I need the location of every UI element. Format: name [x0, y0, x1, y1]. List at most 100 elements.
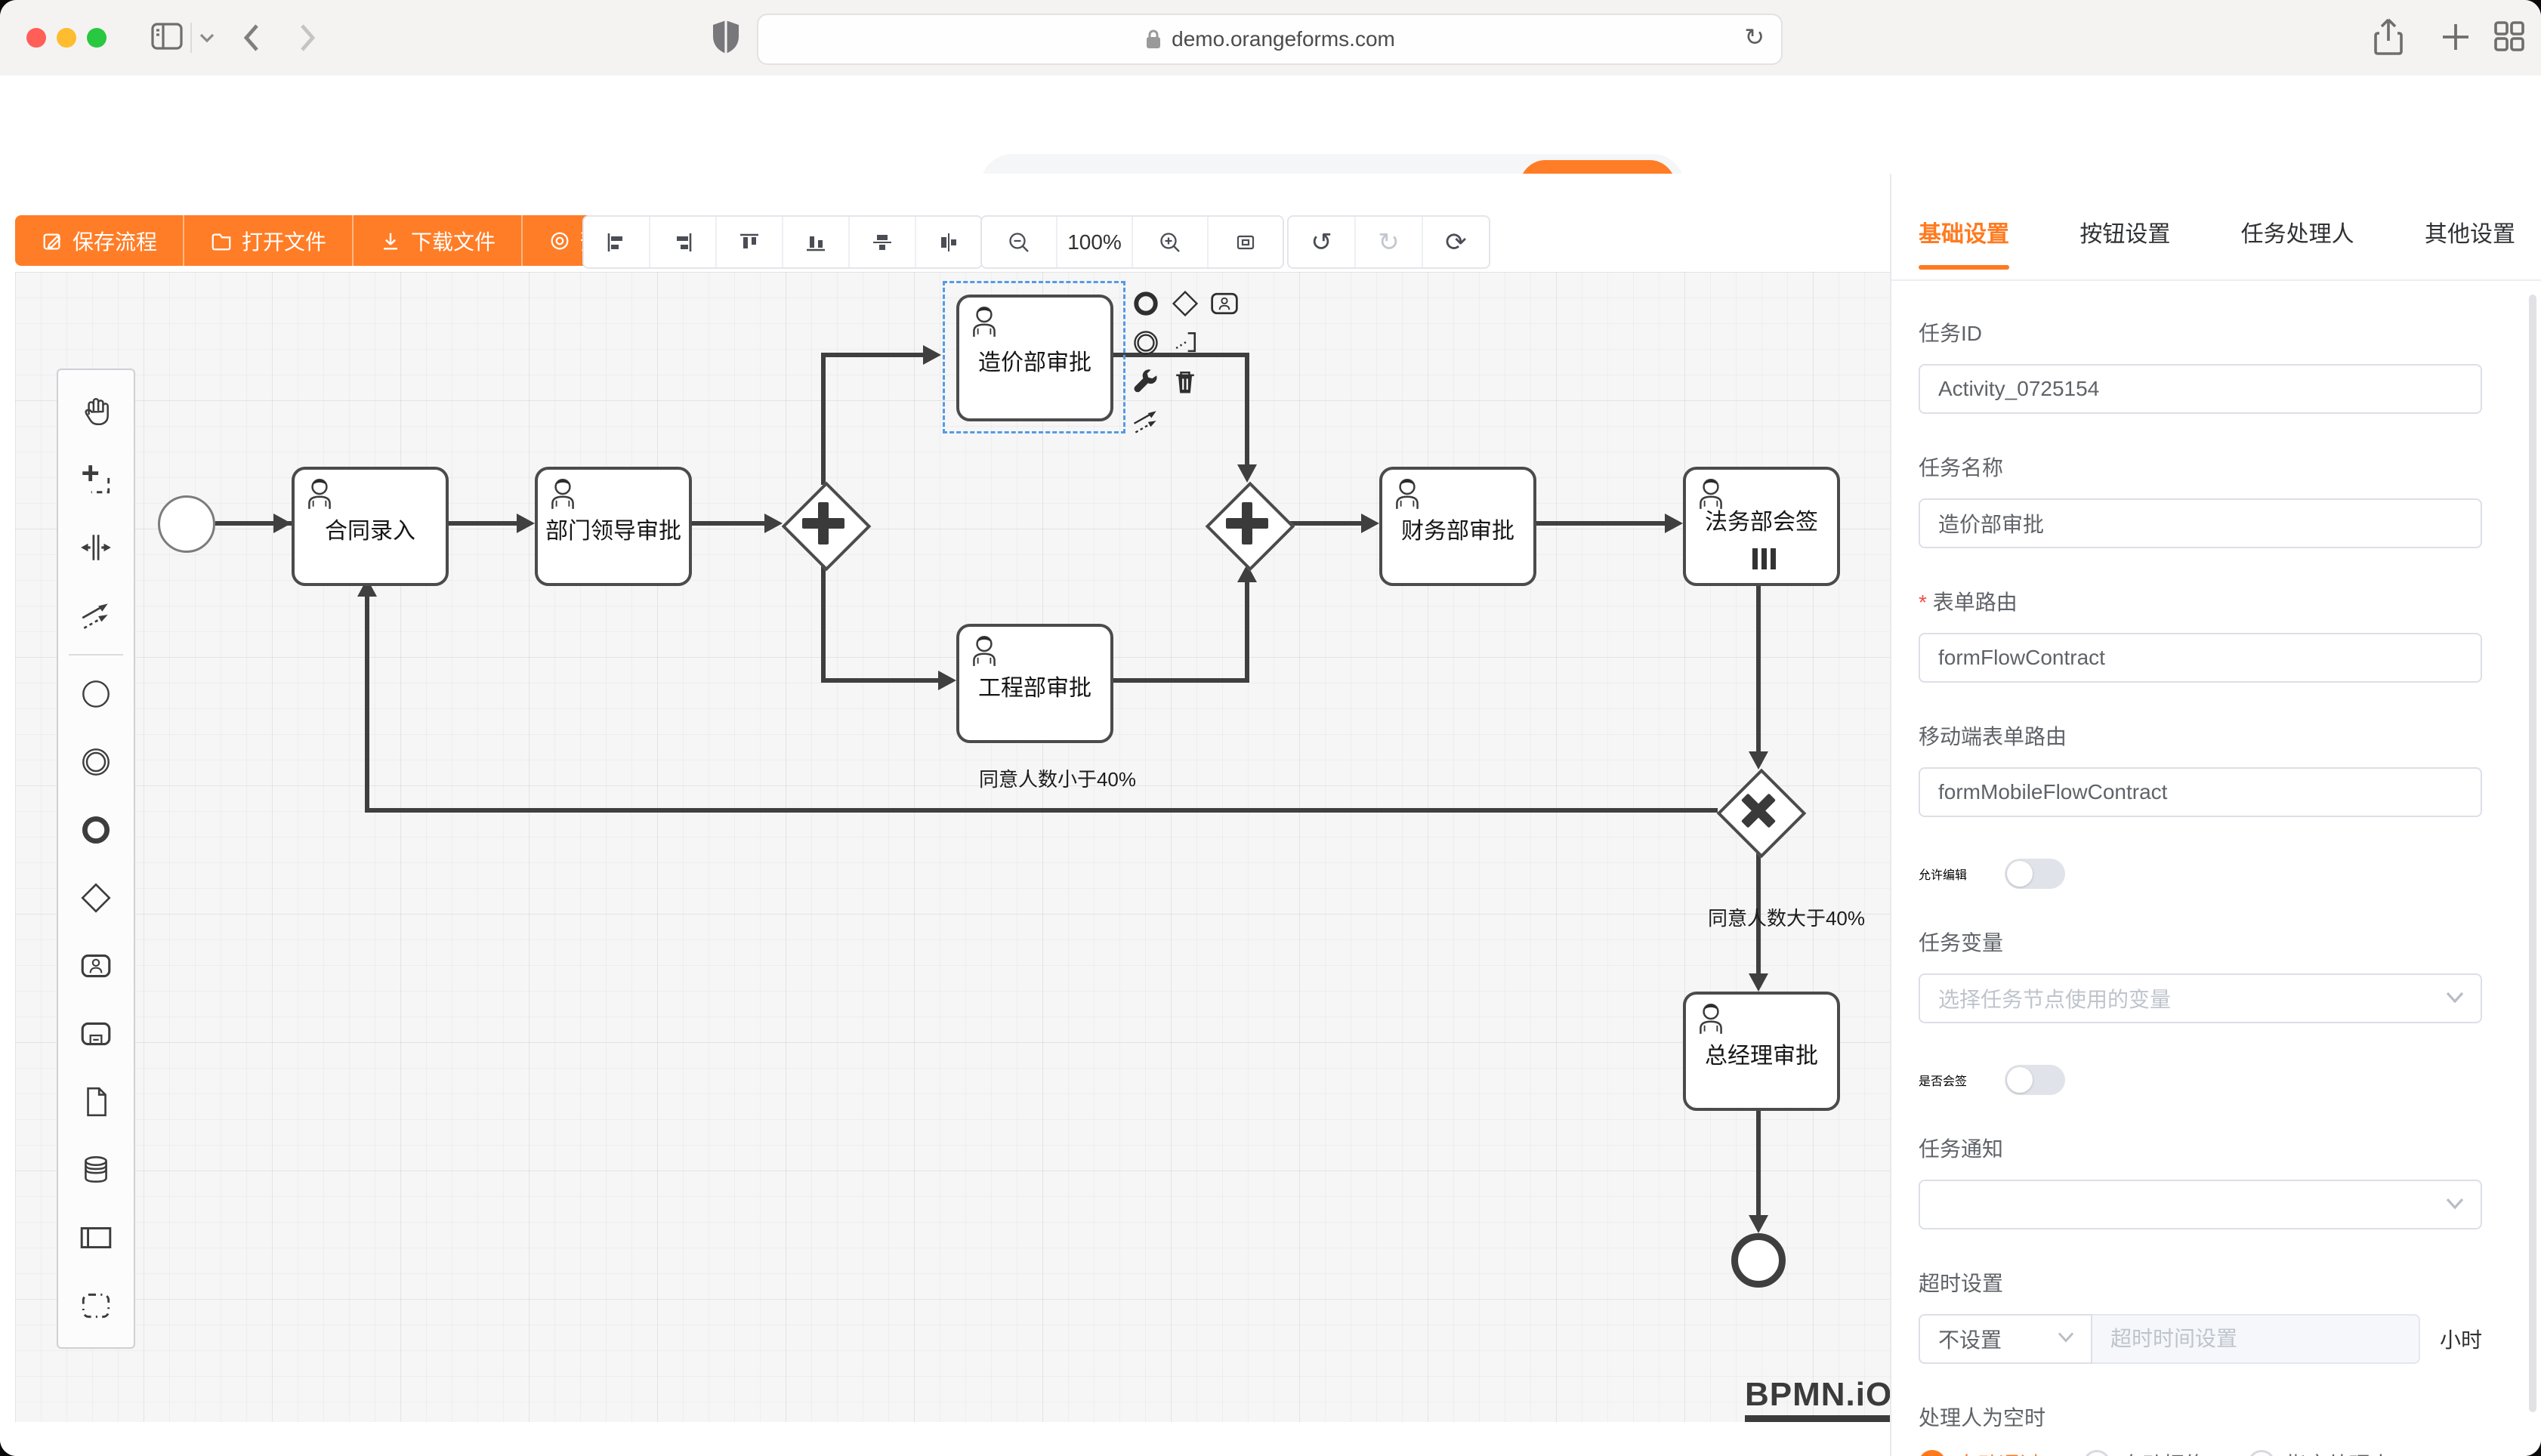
flow-xgateway-loopback-v[interactable] — [365, 597, 369, 813]
minimize-window-button[interactable] — [57, 28, 76, 48]
bpmn-io-watermark[interactable]: BPMN.iO — [1745, 1376, 1890, 1422]
intermediate-event-tool[interactable] — [60, 728, 132, 796]
group-tool[interactable] — [60, 1272, 132, 1340]
bpmn-canvas[interactable]: 同意人数小于40% 同意人数大于40% — [15, 272, 1890, 1422]
edge-label-lt40[interactable]: 同意人数小于40% — [952, 764, 1163, 792]
end-event[interactable] — [1731, 1233, 1786, 1288]
task-finance-approval[interactable]: 财务部审批 — [1379, 467, 1536, 586]
flow-leader-to-gateway1[interactable] — [686, 521, 764, 526]
align-center-horizontal-button[interactable] — [850, 217, 916, 267]
tab-other-settings[interactable]: 其他设置 — [2425, 215, 2515, 270]
task-legal-countersign[interactable]: 法务部会签 — [1683, 467, 1840, 586]
task-notify-select[interactable] — [1919, 1180, 2482, 1229]
tab-task-assignee[interactable]: 任务处理人 — [2241, 215, 2354, 270]
user-task-tool[interactable] — [60, 932, 132, 1000]
wrench-icon[interactable] — [1129, 366, 1162, 399]
end-event-tool[interactable] — [60, 796, 132, 864]
zoom-fit-button[interactable] — [1209, 217, 1283, 267]
data-store-tool[interactable] — [60, 1136, 132, 1204]
flow-cost-to-gateway2-v[interactable] — [1245, 353, 1249, 464]
lasso-tool[interactable] — [60, 446, 132, 514]
flow-xgateway-loopback-h[interactable] — [367, 808, 1718, 813]
space-tool[interactable] — [60, 514, 132, 581]
radio-specify-assignee[interactable]: 指定处理人 — [2248, 1448, 2391, 1456]
zoom-out-button[interactable] — [982, 217, 1057, 267]
tab-button-settings[interactable]: 按钮设置 — [2079, 215, 2170, 270]
align-top-button[interactable] — [717, 217, 783, 267]
append-end-event-icon[interactable] — [1129, 287, 1162, 320]
gateway-tool[interactable] — [60, 864, 132, 932]
flow-gateway1-to-cost-h[interactable] — [821, 353, 923, 357]
append-gateway-icon[interactable] — [1169, 287, 1202, 320]
task-notify-label: 任务通知 — [1919, 1133, 2482, 1163]
chevron-down-icon[interactable] — [198, 30, 216, 44]
task-general-manager-approval[interactable]: 总经理审批 — [1683, 992, 1840, 1111]
align-right-button[interactable] — [650, 217, 717, 267]
start-event-tool[interactable] — [60, 660, 132, 728]
panel-scrollbar[interactable] — [2529, 295, 2536, 1412]
tab-overview-icon[interactable] — [2493, 20, 2526, 53]
flow-gm-to-end[interactable] — [1756, 1105, 1761, 1215]
start-event[interactable] — [158, 495, 215, 553]
reload-icon[interactable]: ↻ — [1744, 23, 1764, 51]
task-name-input[interactable] — [1919, 498, 2482, 548]
flow-finance-to-legal[interactable] — [1530, 521, 1665, 526]
redo-button[interactable]: ↻ — [1356, 217, 1423, 267]
append-annotation-icon[interactable] — [1169, 326, 1202, 359]
tab-basic-settings[interactable]: 基础设置 — [1919, 215, 2009, 270]
zoom-level-display[interactable]: 100% — [1057, 217, 1133, 267]
data-object-tool[interactable] — [60, 1068, 132, 1136]
back-button[interactable] — [240, 20, 263, 56]
zoom-window-button[interactable] — [87, 28, 107, 48]
task-id-label: 任务ID — [1919, 317, 2482, 347]
forward-button[interactable] — [296, 20, 319, 56]
sidebar-icon[interactable] — [150, 20, 184, 53]
task-id-input[interactable] — [1919, 364, 2482, 414]
radio-auto-reject[interactable]: 自动拒绝 — [2083, 1448, 2206, 1456]
flow-gateway1-to-eng-v[interactable] — [821, 564, 826, 683]
share-icon[interactable] — [2372, 17, 2405, 57]
flow-gateway1-to-eng-h[interactable] — [821, 678, 938, 683]
form-route-input[interactable] — [1919, 633, 2482, 683]
participant-pool-tool[interactable] — [60, 1204, 132, 1272]
append-intermediate-event-icon[interactable] — [1129, 326, 1162, 359]
align-center-vertical-button[interactable] — [916, 217, 981, 267]
shield-icon[interactable] — [709, 18, 743, 57]
trash-icon[interactable] — [1169, 366, 1202, 399]
task-engineering-approval[interactable]: 工程部审批 — [956, 624, 1113, 743]
flow-contract-to-leader[interactable] — [443, 521, 517, 526]
task-dept-leader-approval[interactable]: 部门领导审批 — [535, 467, 692, 586]
flow-gateway1-to-cost-v[interactable] — [821, 355, 826, 485]
radio-auto-approve[interactable]: 自动通过 — [1919, 1448, 2041, 1456]
download-file-button[interactable]: 下载文件 — [354, 215, 523, 266]
new-tab-icon[interactable] — [2440, 21, 2472, 53]
mobile-form-route-input[interactable] — [1919, 767, 2482, 817]
save-flow-button[interactable]: 保存流程 — [15, 215, 184, 266]
open-file-button[interactable]: 打开文件 — [184, 215, 354, 266]
task-cost-dept-approval[interactable]: 造价部审批 — [956, 295, 1113, 421]
close-window-button[interactable] — [26, 28, 46, 48]
flow-eng-to-gateway2-v[interactable] — [1245, 582, 1249, 683]
timeout-value-input[interactable] — [2092, 1314, 2420, 1364]
flow-gateway2-to-finance[interactable] — [1288, 521, 1361, 526]
hand-tool[interactable] — [60, 378, 132, 446]
task-variable-select[interactable]: 选择任务节点使用的变量 — [1919, 973, 2482, 1023]
undo-button[interactable]: ↺ — [1289, 217, 1356, 267]
flow-legal-to-xgateway[interactable] — [1756, 578, 1761, 751]
multi-instance-marker — [1752, 548, 1776, 569]
allow-edit-toggle[interactable] — [2005, 859, 2065, 889]
connect-arrows-icon[interactable] — [1129, 405, 1162, 438]
url-bar[interactable]: demo.orangeforms.com ↻ — [757, 14, 1783, 65]
task-contract-entry[interactable]: 合同录入 — [292, 467, 449, 586]
subprocess-tool[interactable] — [60, 1000, 132, 1068]
align-bottom-button[interactable] — [783, 217, 850, 267]
timeout-mode-select[interactable]: 不设置 — [1919, 1314, 2092, 1364]
edge-label-gt40[interactable]: 同意人数大于40% — [1700, 903, 1873, 931]
countersign-toggle[interactable] — [2005, 1065, 2065, 1095]
refresh-button[interactable]: ⟳ — [1423, 217, 1489, 267]
flow-eng-to-gateway2-h[interactable] — [1107, 678, 1249, 683]
connect-tool[interactable] — [60, 581, 132, 649]
align-left-button[interactable] — [584, 217, 650, 267]
append-task-icon[interactable] — [1208, 287, 1241, 320]
zoom-in-button[interactable] — [1133, 217, 1209, 267]
